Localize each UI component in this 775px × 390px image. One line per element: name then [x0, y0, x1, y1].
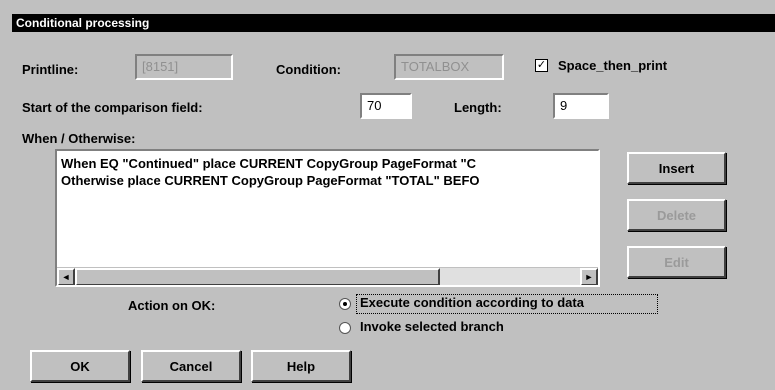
printline-field: [8151]	[135, 54, 233, 80]
cancel-button[interactable]: Cancel	[141, 350, 241, 382]
scroll-right-arrow-icon[interactable]: ►	[580, 268, 598, 285]
scroll-thumb[interactable]	[75, 268, 440, 285]
title-bar: Conditional processing	[12, 14, 775, 32]
execute-condition-radio[interactable]	[339, 298, 351, 310]
insert-button[interactable]: Insert	[627, 152, 726, 184]
condition-field: TOTALBOX	[394, 54, 504, 80]
printline-label: Printline:	[22, 62, 79, 77]
delete-button[interactable]: Delete	[627, 199, 726, 231]
edit-button[interactable]: Edit	[627, 246, 726, 278]
when-otherwise-listbox[interactable]: When EQ "Continued" place CURRENT CopyGr…	[55, 149, 600, 287]
invoke-branch-radio[interactable]	[339, 322, 351, 334]
scroll-left-arrow-icon[interactable]: ◄	[57, 268, 75, 285]
conditional-processing-dialog: Conditional processing Printline: [8151]…	[0, 0, 775, 390]
help-button[interactable]: Help	[251, 350, 351, 382]
ok-button[interactable]: OK	[30, 350, 130, 382]
length-input[interactable]: 9	[553, 93, 609, 119]
execute-condition-label[interactable]: Execute condition according to data	[360, 295, 584, 310]
action-on-ok-label: Action on OK:	[128, 298, 216, 313]
condition-label: Condition:	[276, 62, 341, 77]
start-field-input[interactable]: 70	[360, 93, 412, 119]
horizontal-scrollbar[interactable]: ◄ ►	[57, 267, 598, 285]
space-then-print-label[interactable]: Space_then_print	[558, 58, 667, 73]
list-item[interactable]: When EQ "Continued" place CURRENT CopyGr…	[57, 155, 598, 172]
list-item[interactable]: Otherwise place CURRENT CopyGroup PageFo…	[57, 172, 598, 189]
start-field-label: Start of the comparison field:	[22, 100, 203, 115]
length-label: Length:	[454, 100, 502, 115]
invoke-branch-label[interactable]: Invoke selected branch	[360, 319, 504, 334]
space-then-print-checkbox[interactable]: ✓	[535, 59, 548, 72]
when-otherwise-label: When / Otherwise:	[22, 131, 136, 146]
